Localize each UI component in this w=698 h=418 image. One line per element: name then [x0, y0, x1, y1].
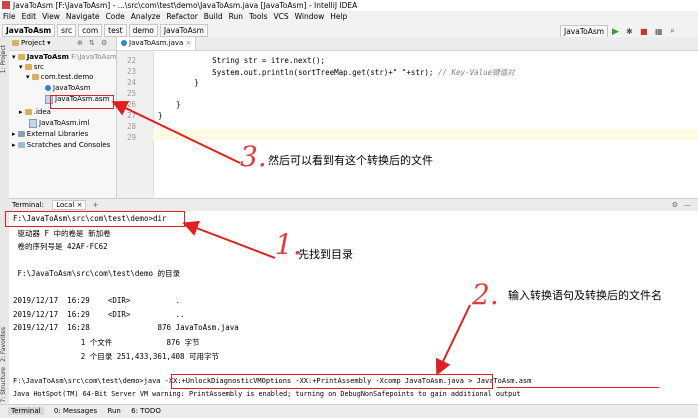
arrow-to-asm-file — [111, 100, 241, 164]
step2-text: 输入转换语句及转换后的文件名 — [508, 289, 662, 302]
step3-text: 然后可以看到有这个转换后的文件 — [268, 154, 433, 167]
step2-number: 2. — [472, 278, 499, 311]
step3-number: 3. — [240, 140, 267, 173]
arrow-to-dir-command — [182, 220, 276, 259]
arrow-to-java-command — [435, 304, 471, 376]
step1-text: 先找到目录 — [298, 248, 353, 261]
annotation-arrows — [111, 100, 471, 376]
